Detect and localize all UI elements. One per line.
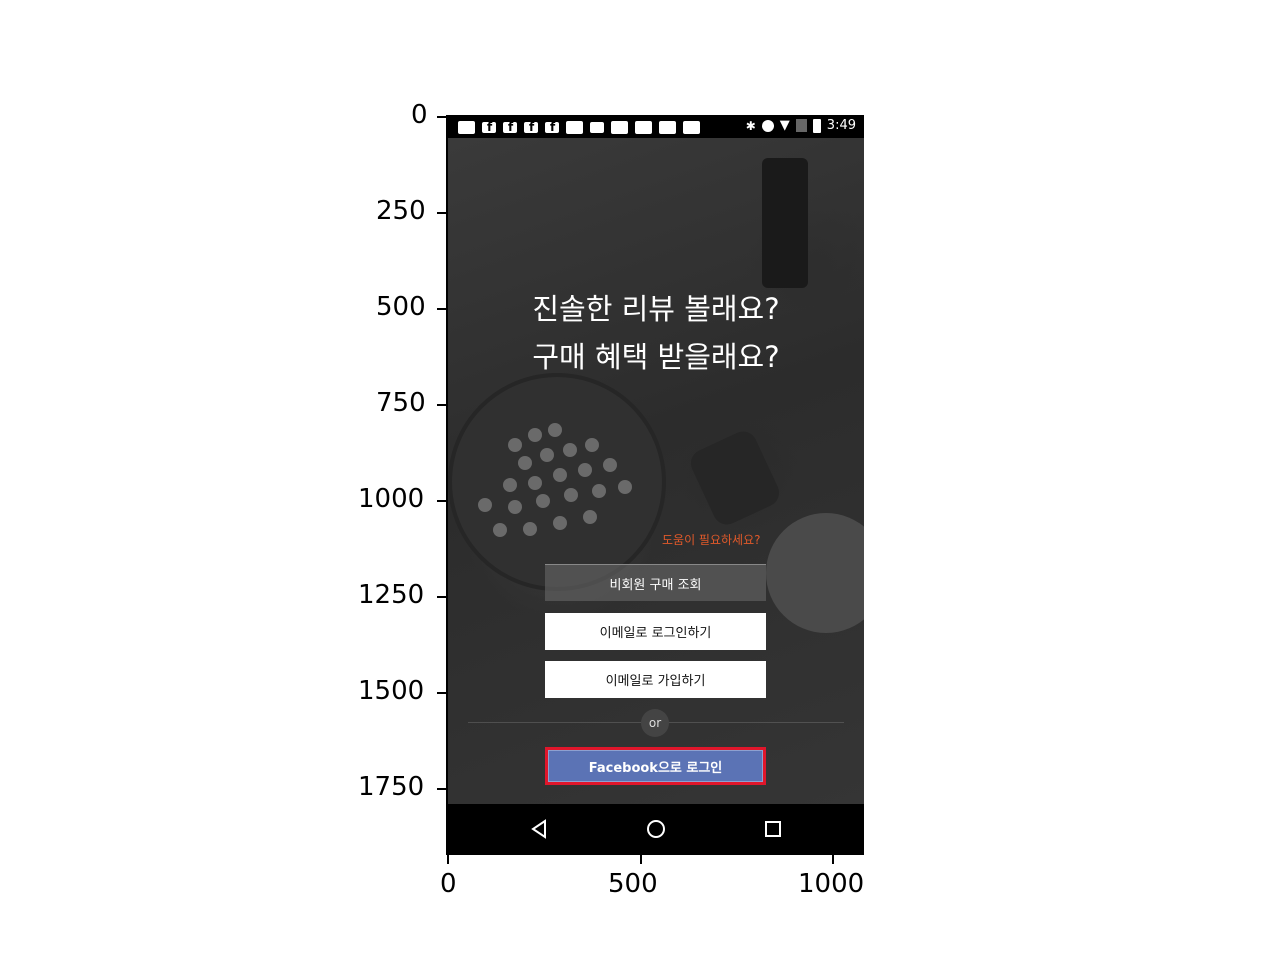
headline-line-1: 진솔한 리뷰 볼래요? (532, 292, 780, 326)
notification-icons (458, 119, 700, 135)
pearl-image (578, 463, 592, 477)
pearl-image (592, 484, 606, 498)
y-tick-label: 750 (376, 388, 426, 418)
app-icon (659, 120, 676, 134)
pearl-image (553, 516, 567, 530)
lipstick-image (762, 158, 808, 288)
facebook-icon (524, 120, 538, 134)
email-signup-button[interactable]: 이메일로 가입하기 (545, 661, 766, 698)
phone-screen: ✱ ▼ 3:49 진솔한 리 (448, 115, 864, 854)
background-photo (448, 138, 864, 804)
message-icon (458, 120, 475, 134)
y-tick (437, 404, 446, 406)
y-tick (437, 596, 446, 598)
ring-image (686, 426, 784, 530)
facebook-icon (503, 120, 517, 134)
app-icon (635, 120, 652, 134)
x-tick-label: 1000 (798, 869, 865, 899)
y-tick-label: 1750 (358, 772, 425, 802)
navigation-bar (448, 804, 864, 854)
system-icons: ✱ ▼ 3:49 (746, 118, 856, 133)
y-tick (437, 308, 446, 310)
app-icon (566, 120, 583, 134)
mirror-image (766, 513, 864, 633)
guest-order-lookup-button[interactable]: 비회원 구매 조회 (545, 564, 766, 601)
facebook-icon (545, 120, 559, 134)
pearl-image (585, 438, 599, 452)
pearl-image (503, 478, 517, 492)
wifi-icon: ▼ (779, 118, 790, 133)
x-tick-label: 0 (440, 869, 457, 899)
pearl-image (518, 456, 532, 470)
pearl-image (478, 498, 492, 512)
recent-apps-icon[interactable] (761, 817, 785, 841)
or-separator: or (641, 709, 669, 737)
square-icon (590, 121, 604, 133)
pearl-image (493, 523, 507, 537)
facebook-icon (482, 120, 496, 134)
x-tick-label: 500 (608, 869, 658, 899)
pearl-image (508, 438, 522, 452)
pearl-image (563, 443, 577, 457)
email-login-button[interactable]: 이메일로 로그인하기 (545, 613, 766, 650)
y-tick (437, 500, 446, 502)
y-tick-label: 1250 (358, 580, 425, 610)
battery-charging-icon (812, 118, 821, 133)
x-tick (447, 855, 449, 864)
home-icon[interactable] (644, 817, 668, 841)
pearl-image (540, 448, 554, 462)
y-tick-label: 1000 (358, 484, 425, 514)
pearl-image (548, 423, 562, 437)
pearl-image (553, 468, 567, 482)
x-tick (640, 855, 642, 864)
pearl-image (528, 476, 542, 490)
y-tick-label: 500 (376, 292, 426, 322)
clock: 3:49 (826, 118, 856, 133)
no-sim-icon (795, 119, 807, 132)
app-icon (611, 120, 628, 134)
y-tick-label: 250 (376, 196, 426, 226)
y-tick (437, 788, 446, 790)
y-tick (437, 212, 446, 214)
compact-image (448, 373, 666, 591)
pearl-image (508, 500, 522, 514)
pearl-image (583, 510, 597, 524)
x-tick (832, 855, 834, 864)
y-tick-label: 0 (411, 100, 428, 130)
headline-line-2: 구매 혜택 받을래요? (532, 340, 780, 374)
facebook-login-button[interactable]: Facebook으로 로그인 (545, 747, 766, 785)
y-tick (437, 692, 446, 694)
headline: 진솔한 리뷰 볼래요? 구매 혜택 받을래요? (448, 285, 864, 381)
app-icon (683, 120, 700, 134)
pearl-image (618, 480, 632, 494)
help-link[interactable]: 도움이 필요하세요? (662, 531, 761, 548)
bluetooth-icon: ✱ (745, 118, 756, 133)
back-icon[interactable] (528, 817, 552, 841)
y-tick (437, 116, 446, 118)
pearl-image (523, 522, 537, 536)
pearl-image (536, 494, 550, 508)
pearl-image (528, 428, 542, 442)
pearl-image (564, 488, 578, 502)
pearl-image (603, 458, 617, 472)
y-tick-label: 1500 (358, 676, 425, 706)
do-not-disturb-icon (761, 119, 774, 132)
status-bar: ✱ ▼ 3:49 (448, 115, 864, 138)
